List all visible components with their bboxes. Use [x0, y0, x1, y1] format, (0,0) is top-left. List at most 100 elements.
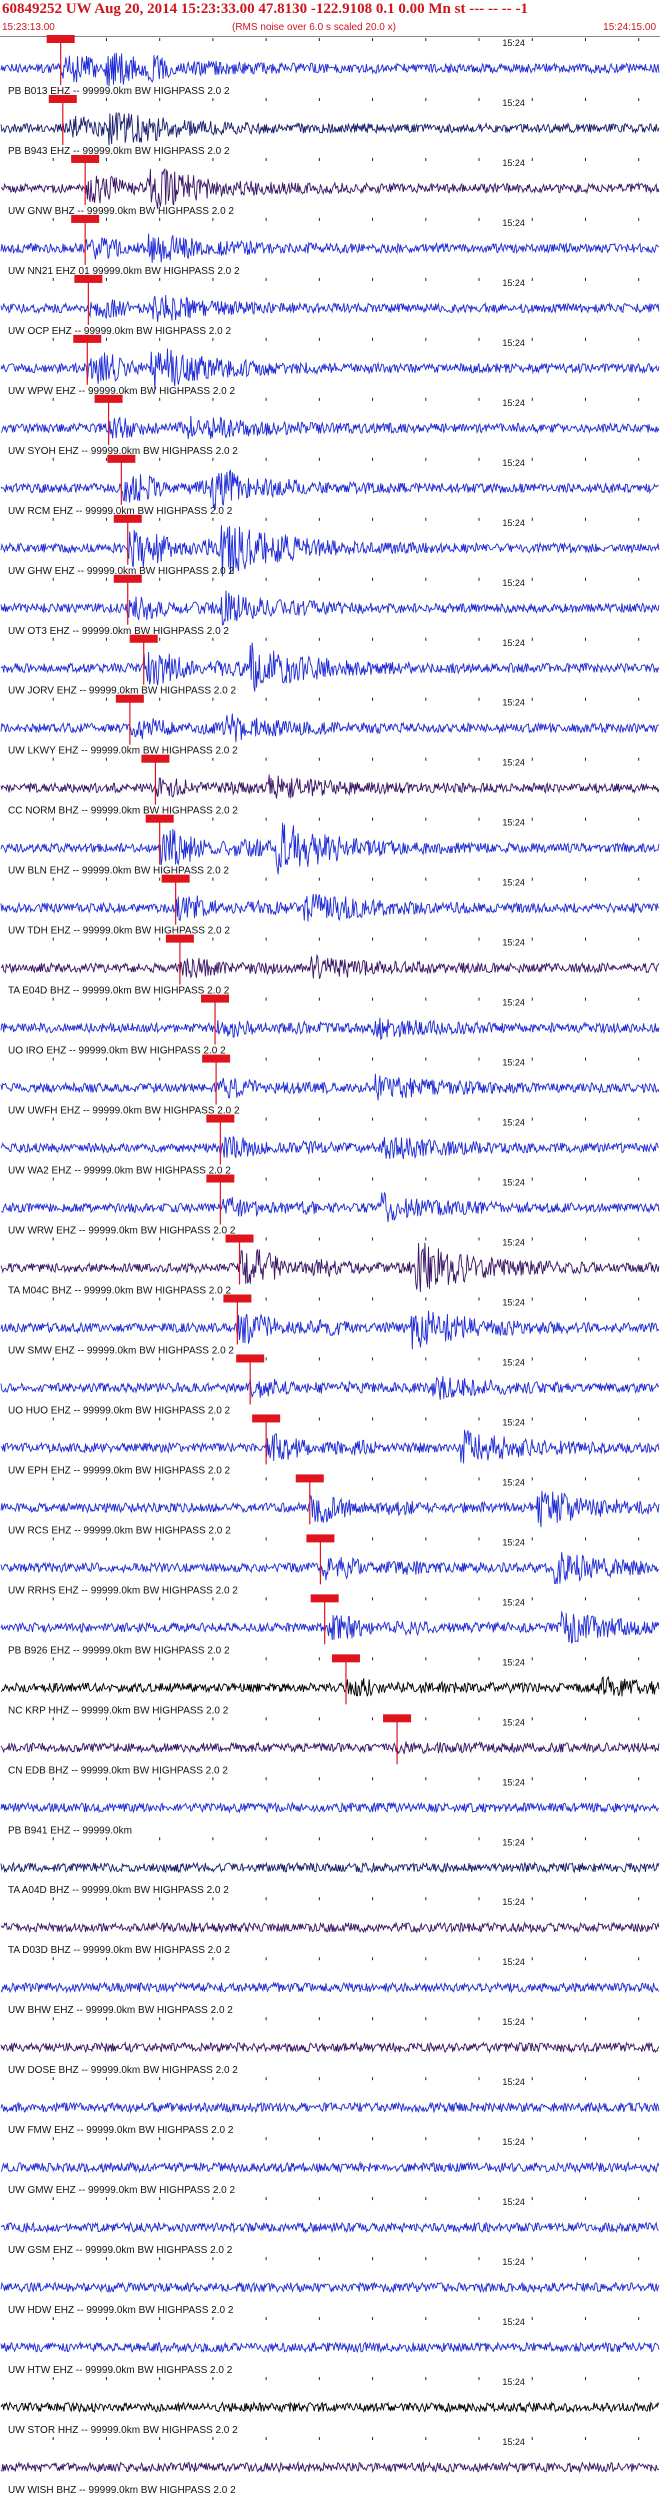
waveform-trace [0, 590, 660, 626]
p-pick-box [310, 1594, 339, 1603]
station-label: UO IRO EHZ -- 99999.0km BW HIGHPASS 2.0 … [8, 1046, 226, 1057]
seismogram-plot: 15:24 PB B013 EHZ -- 99999.0km BW HIGHPAS… [0, 35, 660, 2496]
station-label: NC KRP HHZ -- 99999.0km BW HIGHPASS 2.0 … [8, 1705, 229, 1716]
waveform-trace [0, 642, 660, 692]
minute-tick-label: 15:24 [502, 518, 525, 528]
minute-tick-label: 15:24 [502, 278, 525, 288]
p-pick-box [295, 1474, 324, 1483]
waveform-trace [0, 2281, 660, 2294]
p-pick-box [113, 574, 142, 583]
p-pick-box [306, 1534, 335, 1543]
p-pick-box [141, 754, 170, 763]
waveform-trace [0, 469, 659, 510]
station-label: UW OT3 EHZ -- 99999.0km BW HIGHPASS 2.0 … [8, 626, 229, 637]
station-label: UW HDW EHZ -- 99999.0km BW HIGHPASS 2.0 … [8, 2305, 234, 2316]
station-label: TA D03D BHZ -- 99999.0km BW HIGHPASS 2.0… [8, 1945, 230, 1956]
station-label: PB B926 EHZ -- 99999.0km BW HIGHPASS 2.0… [8, 1645, 230, 1656]
minute-tick-label: 15:24 [502, 98, 525, 108]
waveform-trace [0, 52, 660, 87]
p-pick-box [145, 814, 174, 823]
p-pick-box [73, 334, 102, 343]
waveform-trace [0, 112, 660, 146]
waveform-trace [0, 1861, 660, 1874]
waveform-trace [0, 1376, 660, 1400]
minute-tick-label: 15:24 [502, 878, 525, 888]
minute-tick-label: 15:24 [502, 1597, 525, 1607]
waveform-trace [0, 2341, 660, 2354]
p-pick-box [115, 694, 144, 703]
minute-tick-label: 15:24 [502, 1178, 525, 1188]
minute-tick-label: 15:24 [502, 38, 525, 48]
station-label: UW GMW EHZ -- 99999.0km BW HIGHPASS 2.0 … [8, 2185, 236, 2196]
station-label: UO HUO EHZ -- 99999.0km BW HIGHPASS 2.0 … [8, 1405, 231, 1416]
p-pick-box [252, 1414, 281, 1423]
minute-tick-label: 15:24 [502, 938, 525, 948]
station-label: CN EDB BHZ -- 99999.0km BW HIGHPASS 2.0 … [8, 1765, 228, 1776]
minute-tick-label: 15:24 [502, 2437, 525, 2447]
minute-tick-label: 15:24 [502, 1717, 525, 1727]
station-label: UW LKWY EHZ -- 99999.0km BW HIGHPASS 2.0… [8, 746, 238, 757]
minute-tick-label: 15:24 [502, 1297, 525, 1307]
station-label: UW WA2 EHZ -- 99999.0km BW HIGHPASS 2.0 … [8, 1166, 231, 1177]
p-pick-box [331, 1654, 360, 1663]
waveform-trace [0, 2041, 660, 2054]
p-pick-box [206, 1174, 235, 1183]
minute-tick-label: 15:24 [502, 158, 525, 168]
station-label: PB B941 EHZ -- 99999.0km [8, 1825, 132, 1836]
waveform-trace [0, 1740, 660, 1755]
waveform-trace [0, 953, 660, 979]
minute-tick-label: 15:24 [502, 338, 525, 348]
p-pick-box [113, 514, 142, 523]
minute-tick-label: 15:24 [502, 1118, 525, 1128]
station-label: UW HTW EHZ -- 99999.0km BW HIGHPASS 2.0 … [8, 2365, 233, 2376]
waveform-trace [0, 1191, 660, 1223]
waveform-trace [0, 893, 660, 922]
waveform-trace [0, 167, 660, 209]
minute-tick-label: 15:24 [502, 818, 525, 828]
p-pick-box [46, 35, 75, 43]
minute-tick-label: 15:24 [502, 2077, 525, 2087]
waveform-trace [0, 348, 660, 391]
p-pick-box [74, 274, 103, 283]
waveform-trace [0, 2460, 660, 2474]
waveform-trace [0, 1429, 660, 1464]
station-label: UW BHW EHZ -- 99999.0km BW HIGHPASS 2.0 … [8, 2005, 233, 2016]
minute-tick-label: 15:24 [502, 398, 525, 408]
p-pick-box [107, 454, 136, 463]
minute-tick-label: 15:24 [502, 998, 525, 1008]
station-label: UW SMW EHZ -- 99999.0km BW HIGHPASS 2.0 … [8, 1345, 234, 1356]
waveform-trace [0, 1801, 660, 1814]
minute-tick-label: 15:24 [502, 2017, 525, 2027]
waveform-trace [0, 2101, 660, 2114]
minute-tick-label: 15:24 [502, 1477, 525, 1487]
waveform-trace [0, 1981, 660, 1994]
minute-tick-label: 15:24 [502, 1957, 525, 1967]
p-pick-box [202, 1054, 231, 1063]
waveform-trace [0, 713, 660, 743]
minute-tick-label: 15:24 [502, 578, 525, 588]
station-label: UW FMW EHZ -- 99999.0km BW HIGHPASS 2.0 … [8, 2125, 234, 2136]
waveform-trace [0, 1136, 660, 1160]
minute-tick-label: 15:24 [502, 758, 525, 768]
p-pick-box [71, 154, 100, 163]
p-pick-box [206, 1114, 235, 1123]
station-label: TA A04D BHZ -- 99999.0km BW HIGHPASS 2.0… [8, 1885, 229, 1896]
waveform-trace [0, 294, 660, 322]
station-label: TA M04C BHZ -- 99999.0km BW HIGHPASS 2.0… [8, 1285, 231, 1296]
p-pick-box [71, 214, 100, 223]
waveform-trace [0, 1073, 660, 1101]
minute-tick-label: 15:24 [502, 458, 525, 468]
minute-tick-label: 15:24 [502, 1657, 525, 1667]
station-label: UW TDH EHZ -- 99999.0km BW HIGHPASS 2.0 … [8, 926, 230, 937]
waveform-trace [0, 1921, 660, 1934]
minute-tick-label: 15:24 [502, 1357, 525, 1367]
waveform-trace [0, 233, 660, 263]
minute-tick-label: 15:24 [502, 1058, 525, 1068]
station-label: UW GNW BHZ -- 99999.0km BW HIGHPASS 2.0 … [8, 206, 234, 217]
minute-tick-label: 15:24 [502, 1537, 525, 1547]
station-label: UW BLN EHZ -- 99999.0km BW HIGHPASS 2.0 … [8, 866, 229, 877]
station-label: UW STOR HHZ -- 99999.0km BW HIGHPASS 2.0… [8, 2425, 238, 2436]
minute-tick-label: 15:24 [502, 2377, 525, 2387]
waveform-trace [0, 1611, 660, 1644]
station-label: UW GSM EHZ -- 99999.0km BW HIGHPASS 2.0 … [8, 2245, 233, 2256]
